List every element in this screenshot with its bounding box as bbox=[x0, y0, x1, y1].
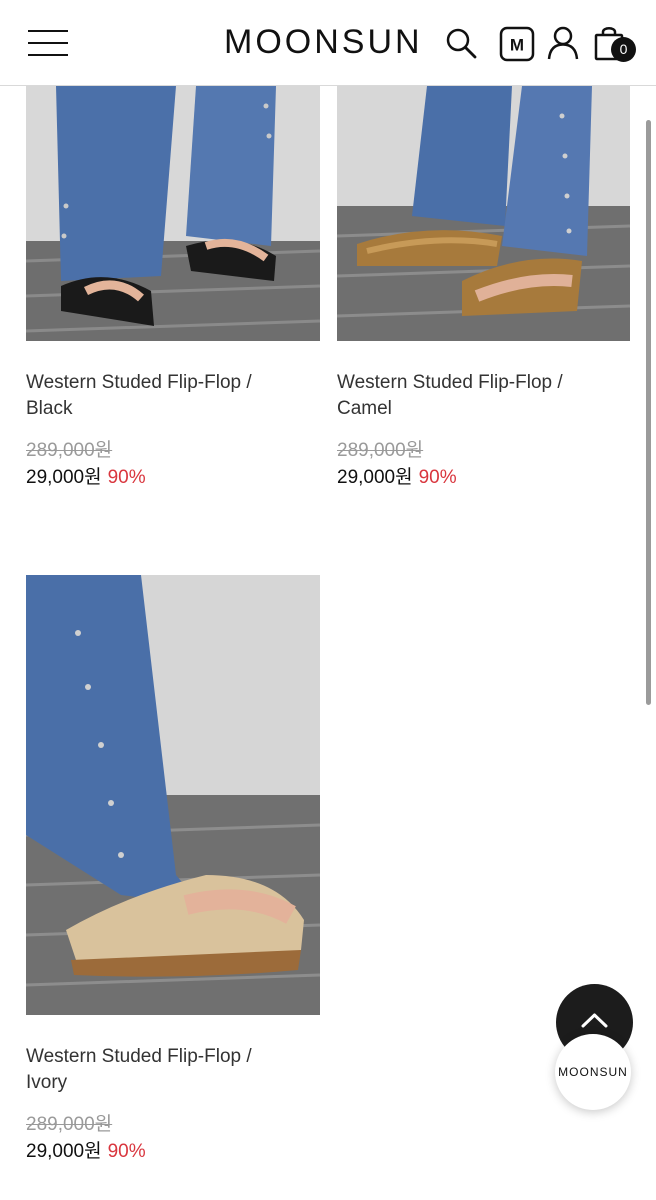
page-scrollbar[interactable] bbox=[646, 120, 651, 705]
user-icon[interactable] bbox=[547, 26, 579, 60]
search-icon[interactable] bbox=[445, 27, 477, 59]
svg-text:M: M bbox=[510, 36, 524, 55]
membership-m-icon[interactable]: M bbox=[499, 26, 535, 62]
discount-badge: 90% bbox=[107, 467, 146, 488]
product-name-camel[interactable]: Western Studed Flip-Flop / Camel bbox=[337, 370, 617, 422]
product-image-camel[interactable] bbox=[337, 86, 630, 341]
product-image-black[interactable] bbox=[26, 86, 320, 341]
discount-badge: 90% bbox=[418, 467, 457, 488]
menu-icon[interactable] bbox=[28, 30, 68, 56]
original-price-ivory: 289,000원 bbox=[26, 1114, 113, 1135]
sale-price-black: 29,000원 90% bbox=[26, 467, 146, 488]
original-price-camel: 289,000원 bbox=[337, 440, 424, 461]
original-price-black: 289,000원 bbox=[26, 440, 113, 461]
discount-badge: 90% bbox=[107, 1141, 146, 1162]
brand-logo[interactable]: MOONSUN bbox=[224, 22, 423, 62]
product-image-ivory[interactable] bbox=[26, 575, 320, 1015]
product-name-ivory[interactable]: Western Studed Flip-Flop / Ivory bbox=[26, 1044, 306, 1096]
cart-count-badge[interactable]: 0 bbox=[611, 37, 636, 62]
sale-price-camel: 29,000원 90% bbox=[337, 467, 457, 488]
moonsun-chat-button[interactable]: MOONSUN bbox=[555, 1034, 631, 1110]
sale-price-ivory: 29,000원 90% bbox=[26, 1141, 146, 1162]
site-header: MOONSUN M 0 bbox=[0, 0, 656, 86]
product-name-black[interactable]: Western Studed Flip-Flop / Black bbox=[26, 370, 306, 422]
